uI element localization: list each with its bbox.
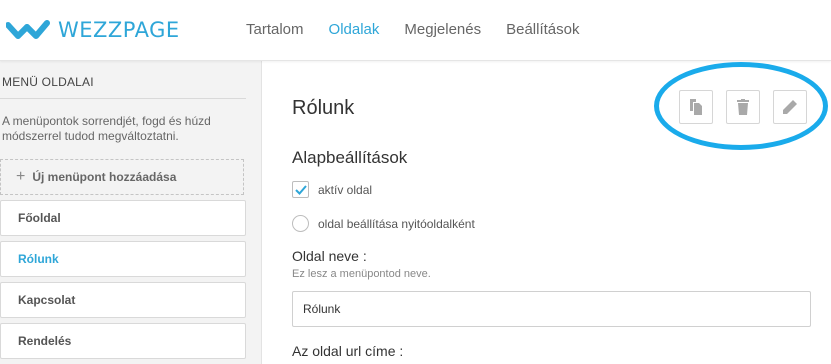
nav-item-megjelenes[interactable]: Megjelenés [404, 21, 481, 39]
top-bar: WEZZPAGE Tartalom Oldalak Megjelenés Beá… [0, 0, 831, 61]
active-page-label: aktív oldal [318, 182, 373, 197]
add-menu-item-button[interactable]: + Új menüpont hozzáadása [0, 159, 244, 195]
sidebar-title: MENÜ OLDALAI [2, 75, 94, 89]
main-nav: Tartalom Oldalak Megjelenés Beállítások [246, 21, 604, 39]
page-actions [679, 90, 820, 124]
sidebar-item-fooldal[interactable]: Főoldal [0, 200, 246, 236]
pages-sidebar: MENÜ OLDALAI A menüpontok sorrendjét, fo… [0, 61, 262, 364]
sidebar-help-text: A menüpontok sorrendjét, fogd és húzd mó… [2, 114, 211, 143]
delete-button[interactable] [726, 90, 760, 124]
sidebar-item-rendeles[interactable]: Rendelés [0, 323, 246, 359]
homepage-radio-label: oldal beállítása nyitóoldalként [318, 216, 475, 231]
logo-mark-icon [6, 20, 50, 39]
plus-icon: + [16, 168, 26, 185]
page-settings-panel: Rólunk Alapbeállítások aktív oldal oldal… [262, 61, 831, 364]
nav-item-beallitasok[interactable]: Beállítások [506, 21, 579, 39]
edit-button[interactable] [773, 90, 807, 124]
section-title: Alapbeállítások [292, 148, 408, 167]
copy-icon [690, 99, 702, 115]
sidebar-divider [0, 98, 246, 99]
trash-icon [737, 99, 749, 115]
active-page-checkbox-row[interactable]: aktív oldal [292, 181, 372, 198]
homepage-radio-row[interactable]: oldal beállítása nyitóoldalként [292, 215, 475, 232]
logo[interactable]: WEZZPAGE [6, 18, 180, 42]
page-title: Rólunk [292, 97, 355, 119]
sidebar-item-label: Rendelés [18, 334, 72, 348]
sidebar-item-rolunk[interactable]: Rólunk [0, 241, 246, 277]
sidebar-item-label: Rólunk [18, 252, 59, 266]
page-url-label: Az oldal url címe : [292, 343, 404, 359]
checkmark-icon [294, 184, 307, 195]
page-name-help: Ez lesz a menüpontod neve. [292, 268, 431, 280]
page-name-label: Oldal neve : [292, 248, 367, 264]
sidebar-item-label: Főoldal [18, 211, 61, 225]
add-menu-item-label: Új menüpont hozzáadása [32, 170, 177, 184]
logo-text: WEZZPAGE [58, 18, 180, 42]
sidebar-item-kapcsolat[interactable]: Kapcsolat [0, 282, 246, 318]
nav-item-oldalak[interactable]: Oldalak [329, 21, 380, 39]
sidebar-item-label: Kapcsolat [18, 293, 76, 307]
pencil-icon [783, 100, 797, 114]
nav-item-tartalom[interactable]: Tartalom [246, 21, 304, 39]
page-name-input[interactable] [292, 291, 811, 327]
active-page-checkbox[interactable] [292, 181, 309, 198]
duplicate-button[interactable] [679, 90, 713, 124]
homepage-radio[interactable] [292, 215, 309, 232]
